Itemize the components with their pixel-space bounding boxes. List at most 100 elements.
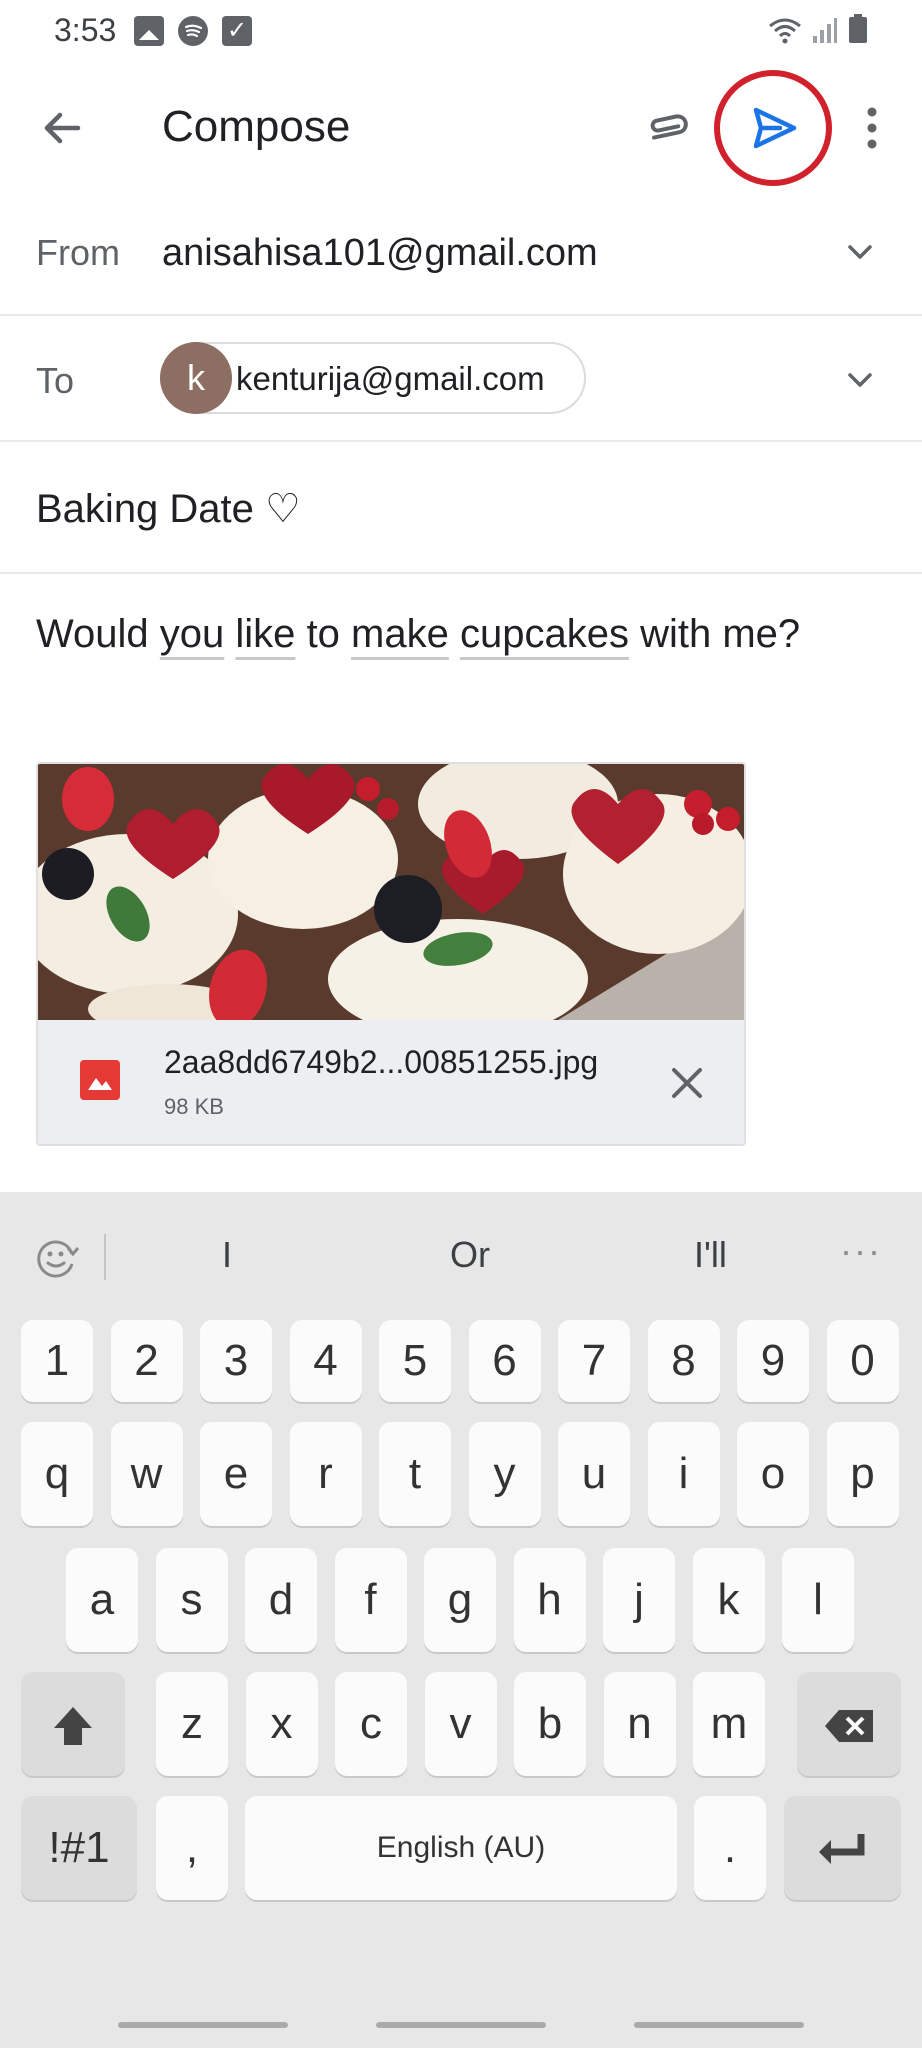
key-w[interactable]: w (110, 1422, 183, 1526)
key-o[interactable]: o (737, 1422, 809, 1526)
status-time: 3:53 (54, 12, 117, 48)
chevron-down-icon[interactable] (842, 234, 878, 270)
attachment-info: 2aa8dd6749b2...00851255.jpg 98 KB (38, 1020, 744, 1144)
enter-icon (818, 1834, 864, 1865)
notification-icons: ✓ (134, 16, 252, 46)
arrow-left-icon (44, 112, 81, 144)
key-n[interactable]: n (603, 1672, 676, 1776)
chevron-down-icon[interactable] (842, 362, 878, 398)
body-word: like (235, 612, 296, 656)
wifi-icon (769, 18, 801, 44)
key-0[interactable]: 0 (826, 1320, 899, 1402)
back-button[interactable] (32, 98, 92, 158)
key-g[interactable]: g (424, 1548, 496, 1652)
battery-icon (849, 14, 867, 43)
recipient-chip[interactable]: k kenturija@gmail.com (160, 342, 586, 414)
key-4[interactable]: 4 (289, 1320, 362, 1402)
back-nav-button[interactable] (634, 2022, 804, 2028)
key-d[interactable]: d (245, 1548, 317, 1652)
key-k[interactable]: k (692, 1548, 765, 1652)
body-word: you (159, 612, 225, 656)
recipient-email: kenturija@gmail.com (236, 360, 545, 397)
key-7[interactable]: 7 (558, 1320, 630, 1402)
gallery-notification-icon (134, 16, 164, 46)
key-8[interactable]: 8 (647, 1320, 720, 1402)
suggestion-item[interactable]: I'll (694, 1234, 727, 1276)
from-row[interactable]: From anisahisa101@gmail.com (0, 192, 922, 316)
key-v[interactable]: v (424, 1672, 497, 1776)
attachment-size: 98 KB (164, 1094, 224, 1119)
key-q[interactable]: q (21, 1422, 93, 1526)
suggestion-divider (104, 1234, 106, 1280)
from-value: anisahisa101@gmail.com (162, 232, 598, 274)
key-m[interactable]: m (693, 1672, 765, 1776)
key-3[interactable]: 3 (200, 1320, 272, 1402)
attachment-filename: 2aa8dd6749b2...00851255.jpg (164, 1044, 599, 1080)
comma-key[interactable]: , (156, 1796, 228, 1900)
more-suggestions-button[interactable]: ··· (840, 1230, 882, 1272)
key-p[interactable]: p (826, 1422, 899, 1526)
period-key[interactable]: . (694, 1796, 766, 1900)
key-a[interactable]: a (66, 1548, 138, 1652)
key-i[interactable]: i (647, 1422, 720, 1526)
backspace-key[interactable] (797, 1672, 901, 1776)
key-c[interactable]: c (335, 1672, 407, 1776)
signal-icon (813, 18, 837, 43)
key-y[interactable]: y (468, 1422, 541, 1526)
key-z[interactable]: z (156, 1672, 228, 1776)
body-field[interactable]: Would you like to make cupcakes with me? (36, 612, 800, 657)
attach-button[interactable] (640, 98, 700, 158)
shift-icon (54, 1707, 92, 1746)
key-j[interactable]: j (603, 1548, 675, 1652)
body-word: Would (36, 612, 149, 656)
image-file-icon (80, 1060, 120, 1100)
body-word: with me? (640, 612, 801, 656)
more-options-button[interactable] (852, 98, 892, 158)
emoji-toggle-icon[interactable] (32, 1234, 80, 1282)
home-button[interactable] (376, 2022, 546, 2028)
key-f[interactable]: f (334, 1548, 407, 1652)
body-word: to (306, 612, 340, 656)
key-2[interactable]: 2 (110, 1320, 183, 1402)
key-u[interactable]: u (558, 1422, 630, 1526)
key-s[interactable]: s (155, 1548, 228, 1652)
subject-row[interactable]: Baking Date ♡ (0, 442, 922, 574)
attachment-card[interactable]: 2aa8dd6749b2...00851255.jpg 98 KB (36, 762, 746, 1146)
key-t[interactable]: t (379, 1422, 451, 1526)
page-title: Compose (162, 102, 351, 151)
to-row[interactable]: To k kenturija@gmail.com (0, 316, 922, 442)
suggestion-item[interactable]: I (222, 1234, 232, 1276)
key-r[interactable]: r (289, 1422, 362, 1526)
navigation-bar (0, 1994, 922, 2048)
key-e[interactable]: e (200, 1422, 272, 1526)
key-h[interactable]: h (513, 1548, 586, 1652)
key-5[interactable]: 5 (379, 1320, 451, 1402)
key-1[interactable]: 1 (21, 1320, 93, 1402)
subject-field[interactable]: Baking Date ♡ (36, 486, 301, 532)
recent-apps-button[interactable] (118, 2022, 288, 2028)
paperclip-icon (650, 114, 688, 140)
symbols-key[interactable]: !#1 (21, 1796, 137, 1900)
from-label: From (36, 232, 120, 273)
close-icon[interactable] (662, 1058, 712, 1108)
suggestion-bar: I Or I'll ··· (0, 1192, 922, 1318)
enter-key[interactable] (784, 1796, 901, 1900)
suggestion-item[interactable]: Or (450, 1234, 490, 1276)
attachment-thumbnail (38, 764, 744, 1020)
system-status-icons (768, 14, 868, 44)
key-9[interactable]: 9 (737, 1320, 809, 1402)
key-x[interactable]: x (245, 1672, 318, 1776)
key-b[interactable]: b (514, 1672, 586, 1776)
shift-key[interactable] (21, 1672, 125, 1776)
body-word: cupcakes (459, 612, 629, 656)
avatar: k (160, 342, 232, 414)
key-l[interactable]: l (782, 1548, 854, 1652)
space-key[interactable]: English (AU) (245, 1796, 677, 1900)
backspace-icon (825, 1710, 873, 1743)
status-bar: 3:53 ✓ (0, 0, 922, 64)
send-highlight-circle (714, 70, 832, 186)
keyboard: I Or I'll ··· 1234567890 qwertyuiop asdfgh… (0, 1192, 922, 2048)
checkbox-notification-icon: ✓ (222, 16, 252, 46)
key-6[interactable]: 6 (468, 1320, 541, 1402)
more-vert-icon (867, 107, 877, 149)
